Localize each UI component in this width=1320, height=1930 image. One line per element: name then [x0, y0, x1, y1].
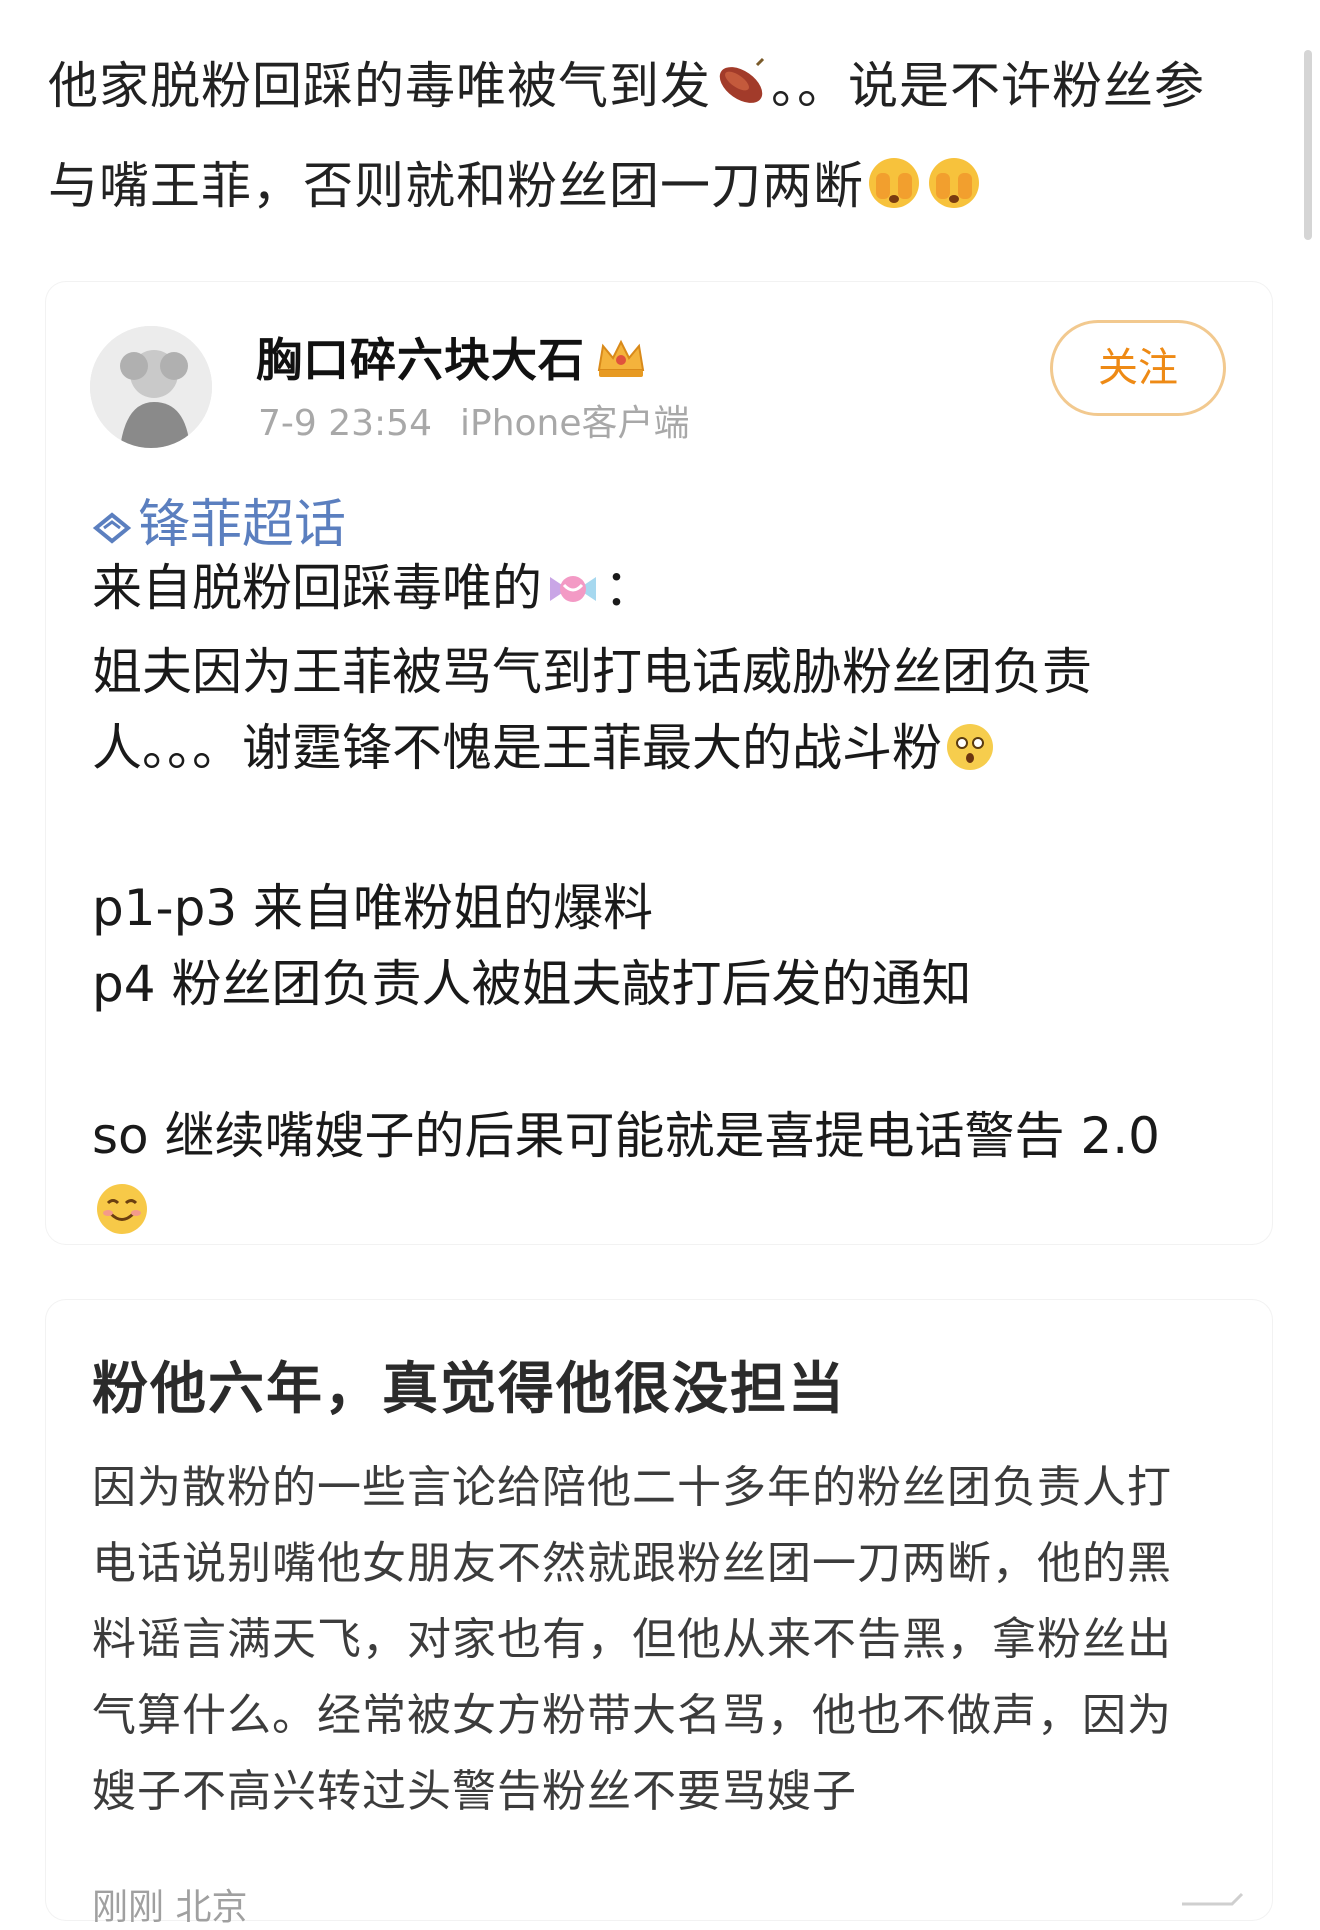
post-location: 刚刚 北京 [92, 1887, 248, 1928]
quoted-line: 嫂子不高兴转过头警告粉丝不要骂嫂子 [92, 1766, 857, 1817]
post-body: 来自脱粉回踩毒唯的 ： 姐夫因为王菲被骂气到打电话威胁粉丝团负责 人。。。谢霆锋不… [92, 550, 1212, 1258]
face-with-hands-icon [866, 148, 922, 240]
post-body-line: 姐夫因为王菲被骂气到打电话威胁粉丝团负责 [92, 643, 1092, 701]
super-topic-icon [92, 497, 132, 557]
smiling-face-icon [94, 1181, 150, 1258]
post-body-line: p4 粉丝团负责人被姐夫敲打后发的通知 [92, 955, 972, 1013]
post-body-line: so 继续嘴嫂子的后果可能就是喜提电话警告 2.0 [92, 1107, 1160, 1165]
intro-line2: 与嘴王菲，否则就和粉丝团一刀两断 [48, 157, 864, 215]
super-topic-label[interactable]: 锋菲超话 [138, 495, 346, 555]
face-with-hands-icon [926, 148, 982, 240]
avatar[interactable] [90, 326, 212, 448]
post-body-line: ： [604, 559, 654, 617]
post-body-line: 来自脱粉回踩毒唯的 [92, 559, 542, 617]
intro-line1: 他家脱粉回踩的毒唯被气到发 [48, 57, 711, 115]
quoted-line: 因为散粉的一些言论给陪他二十多年的粉丝团负责人打 [92, 1462, 1172, 1513]
scrollbar[interactable] [1304, 50, 1312, 240]
quoted-line: 电话说别嘴他女朋友不然就跟粉丝团一刀两断，他的黑 [92, 1538, 1172, 1589]
weibo-post-card: 胸口碎六块大石 7-9 23:54 iPhone客户端 关注 锋菲超话 来自脱粉回… [46, 282, 1272, 1244]
post-body-line: p1-p3 来自唯粉姐的爆料 [92, 879, 654, 937]
username[interactable]: 胸口碎六块大石 [256, 324, 647, 391]
quoted-body: 因为散粉的一些言论给陪他二十多年的粉丝团负责人打 电话说别嘴他女朋友不然就跟粉丝… [92, 1450, 1222, 1830]
post-source: iPhone客户端 [460, 403, 690, 444]
post-time: 7-9 23:54 [258, 403, 432, 444]
username-text[interactable]: 胸口碎六块大石 [256, 333, 585, 387]
crown-badge-icon [595, 336, 647, 391]
post-body-line: 人。。。谢霆锋不愧是王菲最大的战斗粉 [92, 719, 942, 777]
sweet-potato-icon [713, 48, 769, 140]
follow-button[interactable]: 关注 [1050, 320, 1226, 416]
intro-text: 他家脱粉回踩的毒唯被气到发 。。说是不许粉丝参 与嘴王菲，否则就和粉丝团一刀两断 [48, 40, 1268, 240]
super-topic-link[interactable]: 锋菲超话 [92, 482, 346, 557]
post-meta: 7-9 23:54 iPhone客户端 [258, 394, 690, 446]
candy-icon [544, 558, 602, 634]
corner-fold-icon [1180, 1880, 1244, 1912]
quoted-line: 气算什么。经常被女方粉带大名骂，他也不做声，因为 [92, 1690, 1172, 1741]
quoted-image-card: 粉他六年，真觉得他很没担当 因为散粉的一些言论给陪他二十多年的粉丝团负责人打 电… [46, 1300, 1272, 1928]
astonished-face-icon [944, 718, 996, 794]
quoted-title: 粉他六年，真觉得他很没担当 [92, 1357, 846, 1422]
quoted-line: 料谣言满天飞，对家也有，但他从来不告黑，拿粉丝出 [92, 1614, 1172, 1665]
intro-line1-tail: 。。说是不许粉丝参 [771, 57, 1205, 115]
